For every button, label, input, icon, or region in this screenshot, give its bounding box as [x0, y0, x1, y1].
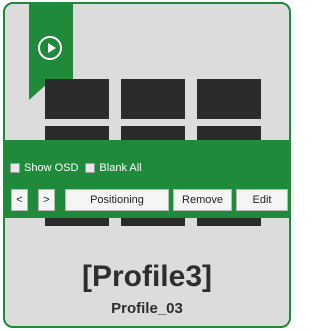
blank-all-label[interactable]: Blank All [99, 162, 141, 174]
show-osd-checkbox[interactable] [10, 163, 20, 173]
edit-button[interactable]: Edit [236, 189, 288, 211]
preview-tile [45, 79, 109, 119]
blank-all-checkbox[interactable] [85, 163, 96, 173]
play-triangle [48, 43, 56, 53]
prev-button[interactable]: < [11, 189, 28, 211]
positioning-button[interactable]: Positioning [65, 189, 169, 211]
remove-button[interactable]: Remove [173, 189, 232, 211]
preview-tile [121, 79, 185, 119]
profile-name: Profile_03 [111, 300, 183, 317]
osd-options: Show OSD Blank All [10, 160, 145, 176]
profile-title: [Profile3] [81, 260, 213, 293]
next-button[interactable]: > [38, 189, 55, 211]
profile-card[interactable]: Show OSD Blank All < > Positioning Remov… [3, 2, 291, 328]
play-icon[interactable] [38, 36, 62, 60]
preview-tile [197, 79, 261, 119]
show-osd-label[interactable]: Show OSD [24, 162, 78, 174]
